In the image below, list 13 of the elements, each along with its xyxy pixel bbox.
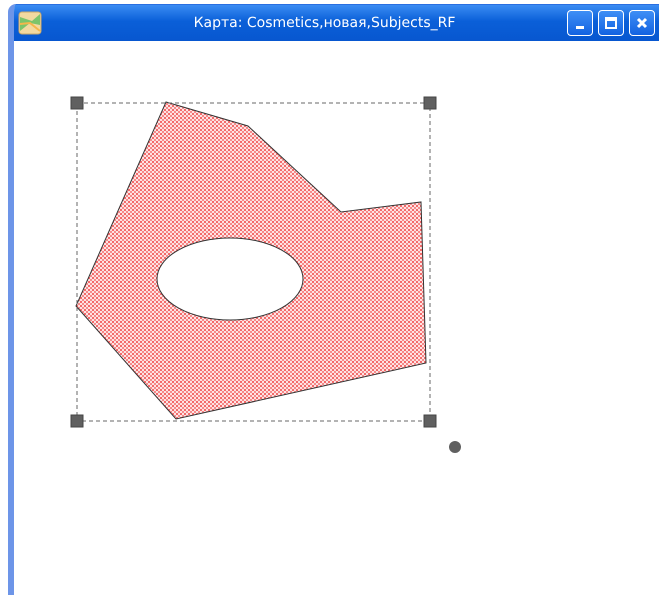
map-icon: [18, 11, 42, 35]
close-button[interactable]: [629, 10, 655, 36]
resize-handle[interactable]: [70, 96, 84, 110]
minimize-button[interactable]: [567, 10, 593, 36]
resize-handle[interactable]: [424, 414, 436, 428]
maximize-button[interactable]: [598, 10, 624, 36]
rotate-handle[interactable]: [449, 441, 461, 453]
close-icon: [635, 16, 649, 30]
resize-handle[interactable]: [424, 96, 436, 110]
minimize-icon: [576, 26, 584, 28]
resize-handle[interactable]: [70, 414, 84, 428]
window-title: Карта: Cosmetics,новая,Subjects_RF: [192, 15, 456, 31]
maximize-icon: [604, 16, 618, 30]
